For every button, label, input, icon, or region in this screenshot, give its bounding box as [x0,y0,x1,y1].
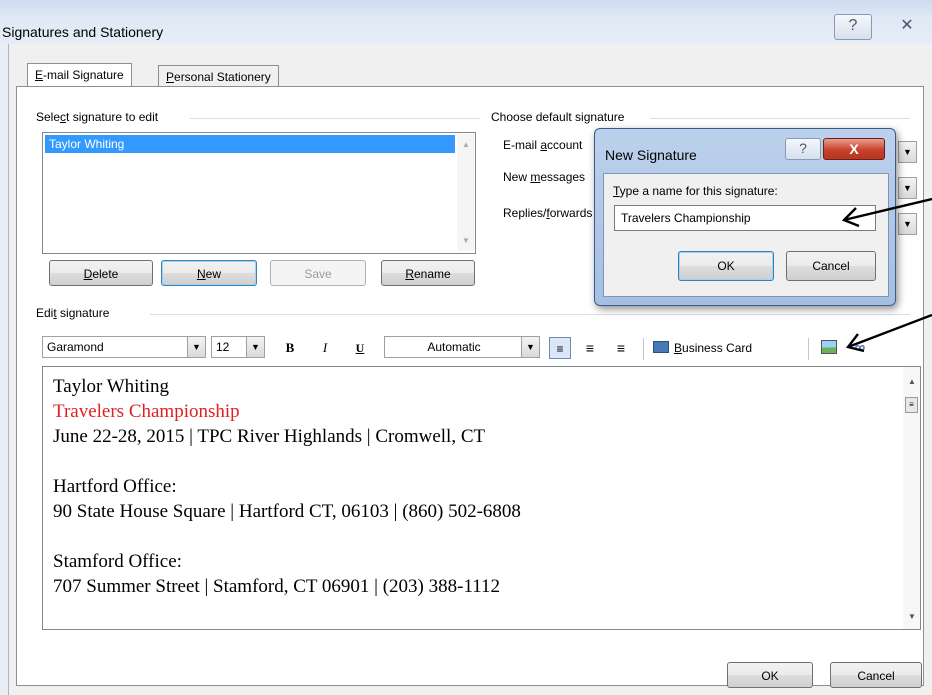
align-center-icon: ≡ [585,340,595,356]
help-button[interactable]: ? [785,138,821,160]
list-scrollbar[interactable]: ▲ ▼ [457,134,474,251]
signature-line: June 22-28, 2015 | TPC River Highlands |… [53,426,486,447]
divider [190,118,480,119]
close-button[interactable]: ✕ [888,14,926,40]
scroll-thumb[interactable]: ≡ [905,397,918,413]
choose-default-label: Choose default signature [491,110,625,124]
signature-line: Taylor Whiting [53,376,169,397]
signature-name-input[interactable]: Travelers Championship [614,205,876,231]
signature-editor[interactable]: Taylor Whiting Travelers Championship June… [42,366,921,630]
scroll-up-icon: ▲ [462,140,470,149]
help-button[interactable]: ? [834,14,872,40]
edit-signature-label: Edit signature [36,306,110,320]
toolbar-separator [808,338,809,360]
business-card-icon [653,341,669,353]
signature-line [53,449,521,474]
tab-personal-stationery[interactable]: Personal Stationery [158,65,279,87]
underline-button[interactable]: U [350,337,370,359]
new-signature-title: New Signature [605,147,697,163]
signature-list[interactable]: Taylor Whiting ▲ ▼ [42,132,476,254]
align-right-icon: ≡ [616,340,626,356]
align-right-button[interactable]: ≡ [610,337,632,359]
scroll-down-icon: ▼ [462,236,470,245]
close-button[interactable]: X [823,138,885,160]
align-left-button[interactable]: ≡ [549,337,571,359]
replies-forwards-label: Replies/forwards [503,206,593,220]
close-icon: ✕ [900,17,914,34]
font-select[interactable]: Garamond ▼ [42,336,206,358]
editor-scrollbar[interactable]: ▲ ≡ ▼ [903,367,920,629]
bold-button[interactable]: B [280,337,300,359]
annotation-arrows [841,197,932,353]
help-icon: ? [848,17,858,34]
signature-line [53,524,521,549]
signature-text: Taylor Whiting Travelers Championship June… [53,374,521,599]
signature-name-prompt: Type a name for this signature: [613,184,778,198]
window-title: Signatures and Stationery [2,24,164,40]
signature-line: 707 Summer Street | Stamford, CT 06901 |… [53,576,501,597]
business-card-button[interactable]: Business Card [653,337,798,359]
chevron-down-icon: ▼ [903,147,912,157]
new-messages-label: New messages [503,170,586,184]
save-button[interactable]: Save [270,260,366,286]
tab-email-signature[interactable]: E-mail Signature [27,63,132,88]
tab-label-key: E [35,68,44,82]
email-account-dropdown[interactable]: ▼ [898,141,917,163]
toolbar-separator [643,338,644,360]
list-item[interactable]: Taylor Whiting [45,135,455,153]
new-button[interactable]: New [161,260,257,286]
font-size-select[interactable]: 12 ▼ [211,336,265,358]
annotation-arrow [845,313,932,353]
title-bar: Signatures and Stationery ? ✕ [0,0,932,44]
font-color-select[interactable]: Automatic ▼ [384,336,540,358]
ok-button[interactable]: OK [727,662,813,688]
close-icon: X [849,141,859,157]
chevron-down-icon: ▼ [246,337,264,357]
picture-icon [821,340,837,354]
divider [650,118,910,119]
align-center-button[interactable]: ≡ [579,337,601,359]
help-icon: ? [799,140,807,156]
ok-button[interactable]: OK [678,251,774,281]
signature-line: Stamford Office: [53,551,182,572]
chevron-down-icon: ▼ [187,337,205,357]
signature-line: Travelers Championship [53,401,240,422]
select-signature-label: Select signature to edit [36,110,159,124]
italic-button[interactable]: I [315,337,335,359]
align-left-icon: ≡ [556,342,564,356]
rename-button[interactable]: Rename [381,260,475,286]
signature-line: Hartford Office: [53,476,177,497]
chevron-down-icon: ▼ [521,337,539,357]
scroll-down-icon: ▼ [908,612,916,621]
signature-line: 90 State House Square | Hartford CT, 061… [53,501,521,522]
annotation-arrow [841,197,932,228]
email-account-label: E-mail account [503,138,583,152]
tab-label-key: P [166,70,175,84]
tab-label: ersonal Stationery [174,70,271,84]
scroll-up-icon: ▲ [908,377,916,386]
insert-picture-button[interactable] [818,337,840,359]
divider [150,314,910,315]
cancel-button[interactable]: Cancel [830,662,922,688]
delete-button[interactable]: Delete [49,260,153,286]
tab-label: -mail Signature [43,68,124,82]
